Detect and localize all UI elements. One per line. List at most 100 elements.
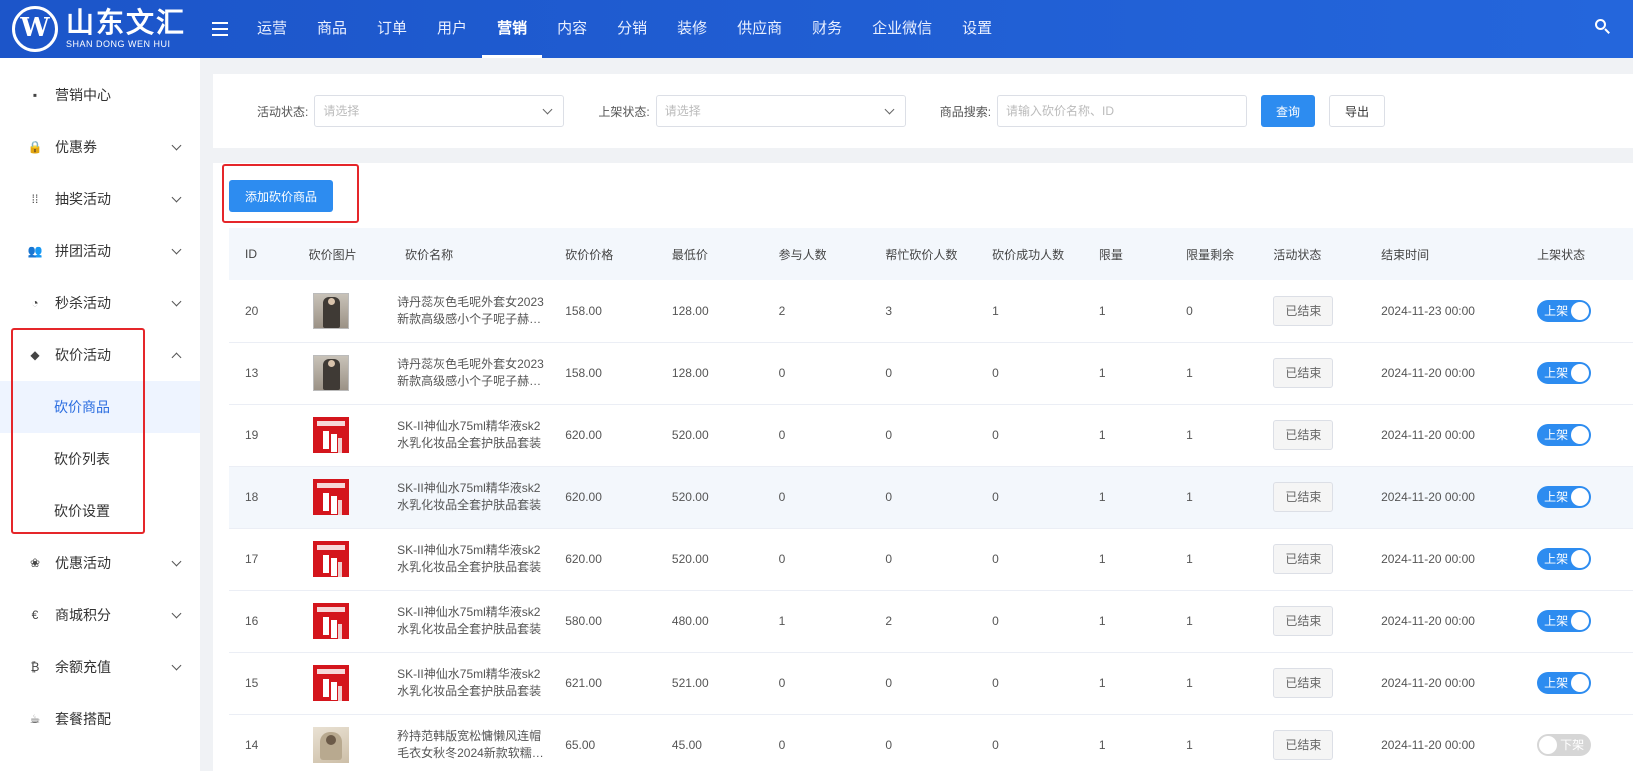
cell-success: 0 [992,552,999,566]
shelf-toggle-label: 下架 [1560,738,1585,752]
cell-min-price: 520.00 [671,490,709,504]
brand-logo[interactable]: 山东文汇 SHAN DONG WEN HUI [0,0,200,58]
shelf-toggle[interactable]: 上架 [1537,672,1592,694]
activity-status-button[interactable]: 已结束 [1273,482,1334,512]
bargain-products-table: ID 砍价图片 砍价名称 砍价价格 最低价 参与人数 帮忙砍价人数 砍价成功人数 限量 限量剩余 活… [229,228,1633,771]
query-button[interactable]: 查询 [1261,95,1316,127]
add-bargain-product-button[interactable]: 添加砍价商品 [229,180,333,212]
nav-item[interactable]: 分销 [602,0,662,58]
cell-end-time: 2024-11-20 00:00 [1381,552,1475,566]
cell-price: 158.00 [565,366,602,380]
activity-status-select[interactable]: 请选择 [314,95,565,127]
sidebar-subitem[interactable]: 砍价商品 [0,381,200,433]
cell-limit: 1 [1098,366,1106,380]
chevron-down-icon [542,104,553,115]
cell-price: 621.00 [565,676,602,690]
cell-helpers: 0 [885,738,893,752]
menu-toggle-icon[interactable] [212,22,228,36]
column-header: 砍价成功人数 [992,247,1065,262]
cell-success: 1 [992,303,999,318]
chevron-down-icon [171,244,182,255]
export-button[interactable]: 导出 [1329,95,1386,127]
shelf-toggle[interactable]: 上架 [1537,362,1592,384]
sidebar-item[interactable]: ❀ 优惠活动 [0,537,200,589]
shelf-toggle[interactable]: 上架 [1537,548,1592,570]
sidebar-item[interactable]: 👥 拼团活动 [0,225,200,277]
product-thumbnail[interactable] [312,479,349,515]
activity-status-button[interactable]: 已结束 [1273,544,1334,574]
product-thumbnail[interactable] [312,541,349,577]
sidebar-item-label: 秒杀活动 [55,295,111,311]
shelf-toggle[interactable]: 上架 [1537,610,1592,632]
product-thumbnail[interactable] [312,417,349,453]
shelf-toggle[interactable]: 上架 [1537,299,1592,322]
chevron-down-icon [171,608,182,619]
cell-limit: 1 [1098,428,1106,442]
sidebar-item[interactable]: 🔒 优惠券 [0,121,200,173]
sidebar-item[interactable]: ☕ 套餐搭配 [0,693,200,745]
sidebar-item[interactable]: € 商城积分 [0,589,200,641]
tag-icon: ◆ [30,348,40,362]
activity-status-button[interactable]: 已结束 [1273,606,1334,636]
table-row: 16 SK-II神仙水75ml精华液sk2水乳化妆品全套护肤品套装 580.00 48… [229,590,1633,652]
nav-item[interactable]: 营销 [482,0,543,58]
product-search-input[interactable] [997,95,1248,127]
nav-item[interactable]: 内容 [542,0,602,58]
search-icon[interactable] [1595,19,1611,35]
product-thumbnail[interactable] [312,355,349,391]
sidebar-item-label: 营销中心 [55,87,111,103]
cell-remaining: 0 [1186,303,1193,318]
product-thumbnail[interactable] [312,727,349,763]
cell-image [293,652,389,714]
product-name: SK-II神仙水75ml精华液sk2水乳化妆品全套护肤品套装 [397,605,542,636]
nav-item[interactable]: 财务 [797,0,857,58]
product-thumbnail[interactable] [312,603,349,639]
shelf-toggle[interactable]: 下架 [1537,734,1592,756]
nav-item[interactable]: 用户 [422,0,482,58]
product-thumbnail[interactable] [312,665,349,701]
cell-activity-status: 已结束 [1257,404,1365,466]
activity-status-button[interactable]: 已结束 [1273,730,1334,760]
activity-status-button[interactable]: 已结束 [1273,668,1334,698]
sidebar-subitem[interactable]: 砍价设置 [0,485,200,537]
cell-limit: 1 [1098,303,1106,318]
activity-status-button[interactable]: 已结束 [1273,295,1334,326]
sidebar-item[interactable]: ◆ 砍价活动 [0,329,200,381]
shelf-toggle[interactable]: 上架 [1537,424,1592,446]
cell-price: 65.00 [565,738,596,752]
product-name: SK-II神仙水75ml精华液sk2水乳化妆品全套护肤品套装 [397,481,542,512]
chevron-down-icon [171,296,182,307]
nav-item[interactable]: 企业微信 [857,0,947,58]
nav-item[interactable]: 装修 [662,0,722,58]
shelf-status-select[interactable]: 请选择 [655,95,906,127]
sidebar-item-label: 商城积分 [55,607,111,623]
column-header: 砍价价格 [565,247,614,262]
sidebar-item[interactable]: ◔ 秒杀活动 [0,277,200,329]
sidebar-subitem[interactable]: 砍价列表 [0,433,200,485]
shelf-toggle-label: 上架 [1544,490,1569,504]
table-row: 17 SK-II神仙水75ml精华液sk2水乳化妆品全套护肤品套装 620.00 52… [229,528,1633,590]
nav-item[interactable]: 订单 [362,0,422,58]
cup-icon: ☕ [29,712,41,726]
column-header: 结束时间 [1381,247,1430,262]
activity-status-button[interactable]: 已结束 [1273,358,1334,388]
nav-item[interactable]: 运营 [242,0,302,58]
sidebar-item[interactable]: ₿ 余额充值 [0,641,200,693]
cell-helpers: 0 [885,428,893,442]
sidebar-item-label: 套餐搭配 [55,711,111,727]
sidebar-item[interactable]: ⁞⁞ 抽奖活动 [0,173,200,225]
cell-success: 0 [992,428,999,442]
nav-item[interactable]: 商品 [302,0,362,58]
sidebar-item[interactable]: ▪ 营销中心 [0,69,200,121]
cell-price: 580.00 [565,614,602,628]
shelf-toggle[interactable]: 上架 [1537,486,1592,508]
shelf-toggle-label: 上架 [1544,552,1569,566]
shelf-toggle-label: 上架 [1544,676,1569,690]
shelf-toggle-label: 上架 [1544,303,1569,318]
top-navbar: 山东文汇 SHAN DONG WEN HUI 运营商品订单用户营销内容分销装修供… [0,0,1633,58]
cell-end-time: 2024-11-20 00:00 [1381,676,1475,690]
nav-item[interactable]: 设置 [947,0,1007,58]
product-thumbnail[interactable] [312,292,349,329]
nav-item[interactable]: 供应商 [722,0,797,58]
activity-status-button[interactable]: 已结束 [1273,420,1334,450]
